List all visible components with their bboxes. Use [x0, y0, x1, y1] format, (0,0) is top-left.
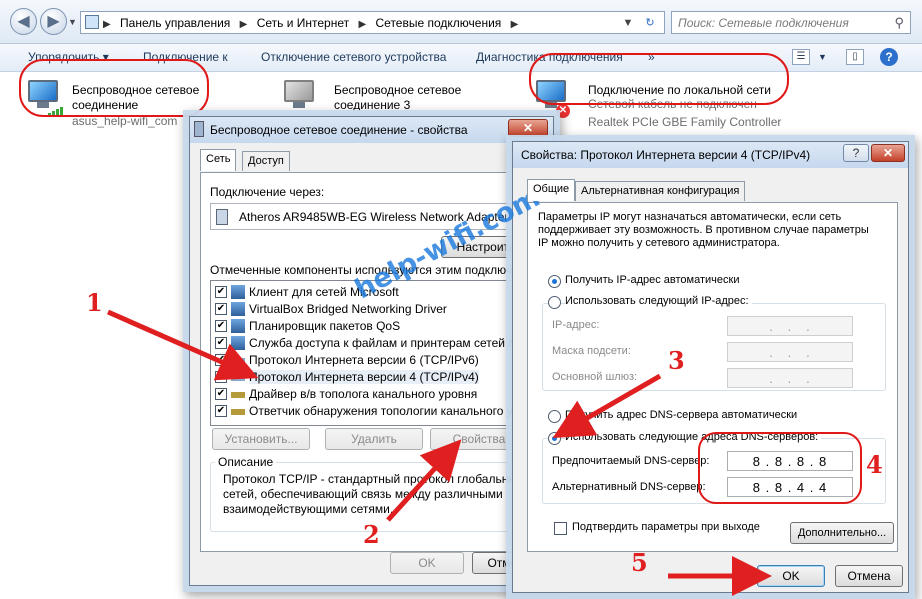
address-bar[interactable]: ▶ Панель управления ▶ Сеть и Интернет ▶ … [80, 11, 665, 34]
navigation-bar: ◀ ▶ ▼ ▶ Панель управления ▶ Сеть и Интер… [0, 0, 922, 44]
tab-sharing[interactable]: Доступ [242, 151, 290, 171]
gateway-field[interactable]: . . . [727, 368, 853, 388]
manual-ip-radio[interactable] [548, 296, 561, 309]
breadcrumb-network-internet[interactable]: Сеть и Интернет [257, 16, 349, 30]
title-bar: Свойства: Протокол Интернета версии 4 (T… [513, 142, 908, 168]
checkbox[interactable]: ✔ [215, 405, 227, 417]
components-list: ✔ Клиент для сетей Microsoft ✔ VirtualBox … [210, 280, 540, 426]
highlight-oval [529, 53, 789, 105]
checkbox[interactable]: ✔ [215, 286, 227, 298]
breadcrumb-chevron-icon: ▶ [239, 19, 248, 30]
breadcrumb-chevron-icon: ▶ [358, 19, 367, 30]
validate-label: Подтвердить параметры при выходе [572, 521, 760, 533]
subnet-field[interactable]: . . . [727, 342, 853, 362]
search-input[interactable]: Поиск: Сетевые подключения ⚲ [671, 11, 911, 34]
auto-dns-label: Получить адрес DNS-сервера автоматически [565, 409, 798, 421]
driver-icon [231, 302, 245, 316]
auto-ip-radio[interactable] [548, 275, 561, 288]
search-placeholder: Поиск: Сетевые подключения [678, 16, 849, 30]
dialog-title: Беспроводное сетевое соединение - свойст… [210, 123, 468, 137]
connection-properties-dialog: Беспроводное сетевое соединение - свойст… [189, 116, 554, 586]
auto-dns-radio[interactable] [548, 410, 561, 423]
close-icon[interactable]: ✕ [508, 119, 548, 137]
manual-ip-label: Использовать следующий IP-адрес: [565, 295, 752, 307]
preferred-dns-label: Предпочитаемый DNS-сервер: [552, 455, 710, 467]
gateway-label: Основной шлюз: [552, 371, 638, 383]
alternate-dns-label: Альтернативный DNS-сервер: [552, 481, 706, 493]
history-dropdown-icon[interactable]: ▼ [68, 17, 77, 27]
step-number-5: 5 [631, 548, 648, 577]
client-icon [231, 285, 245, 299]
dns-highlight-oval [698, 432, 862, 504]
network-folder-icon [85, 15, 99, 29]
tab-network[interactable]: Сеть [200, 149, 237, 171]
back-icon[interactable]: ◀ [10, 8, 37, 35]
checkbox[interactable]: ✔ [215, 354, 227, 366]
breadcrumb-control-panel[interactable]: Панель управления [120, 16, 230, 30]
validate-checkbox[interactable] [554, 522, 567, 535]
adapter-icon [216, 209, 228, 225]
protocol-icon [231, 409, 245, 415]
close-icon[interactable]: ✕ [871, 144, 905, 162]
connect-using-label: Подключение через: [210, 185, 325, 199]
disable-device-command[interactable]: Отключение сетевого устройства [261, 50, 446, 64]
breadcrumb-network-connections[interactable]: Сетевые подключения [376, 16, 502, 30]
protocol-icon [231, 392, 245, 398]
checkbox[interactable]: ✔ [215, 320, 227, 332]
breadcrumb-chevron-icon: ▶ [510, 19, 519, 30]
refresh-icon[interactable]: ↻ [642, 15, 658, 31]
cancel-button[interactable]: Отмена [835, 565, 903, 587]
help-button[interactable]: ? [843, 144, 869, 162]
step-number-3: 3 [668, 346, 685, 375]
breadcrumb-chevron-icon: ▶ [103, 19, 111, 30]
checkbox[interactable]: ✔ [215, 337, 227, 349]
step-number-1: 1 [86, 288, 103, 317]
search-icon: ⚲ [894, 15, 904, 30]
connection-adapter: Realtek PCIe GBE Family Controller [588, 115, 782, 129]
connection-name: Беспроводное сетевое соединение 3 [334, 83, 462, 112]
adapter-icon [194, 121, 204, 137]
preview-pane-icon[interactable]: ▯ [846, 49, 864, 65]
ip-address-label: IP-адрес: [552, 319, 600, 331]
checkbox[interactable]: ✔ [215, 388, 227, 400]
subnet-label: Маска подсети: [552, 345, 631, 357]
intro-text: Параметры IP могут назначаться автоматич… [538, 211, 869, 249]
view-dropdown-icon[interactable]: ▼ [818, 52, 827, 62]
description-title: Описание [215, 455, 277, 469]
tab-alternate-config[interactable]: Альтернативная конфигурация [575, 181, 746, 201]
description-text: Протокол TCP/IP - стандартный протокол г… [223, 472, 523, 516]
remove-button[interactable]: Удалить [325, 428, 423, 450]
title-bar: Беспроводное сетевое соединение - свойст… [190, 117, 553, 143]
disconnected-x-icon: ✕ [556, 104, 570, 118]
manual-dns-radio[interactable] [548, 432, 561, 445]
help-icon[interactable]: ? [880, 48, 898, 66]
highlight-oval [19, 59, 209, 117]
address-dropdown-icon[interactable]: ▼ [620, 15, 636, 31]
advanced-button[interactable]: Дополнительно... [790, 522, 894, 544]
auto-ip-label: Получить IP-адрес автоматически [565, 274, 740, 286]
protocol-icon [231, 358, 245, 364]
step-number-2: 2 [363, 520, 380, 549]
ipv4-properties-dialog: Свойства: Протокол Интернета версии 4 (T… [512, 141, 909, 593]
checkbox[interactable]: ✔ [215, 303, 227, 315]
step-number-4: 4 [866, 450, 883, 479]
ok-button[interactable]: OK [390, 552, 464, 574]
dialog-title: Свойства: Протокол Интернета версии 4 (T… [521, 148, 811, 162]
disabled-network-icon [282, 80, 316, 110]
service-icon [231, 336, 245, 350]
forward-icon[interactable]: ▶ [40, 8, 67, 35]
checkbox[interactable]: ✔ [215, 371, 227, 383]
install-button[interactable]: Установить... [212, 428, 310, 450]
view-options-icon[interactable]: ☰ [792, 49, 810, 65]
protocol-icon [231, 375, 245, 381]
tab-general[interactable]: Общие [527, 179, 576, 201]
ok-button[interactable]: OK [757, 565, 825, 587]
ip-address-field[interactable]: . . . [727, 316, 853, 336]
service-icon [231, 319, 245, 333]
